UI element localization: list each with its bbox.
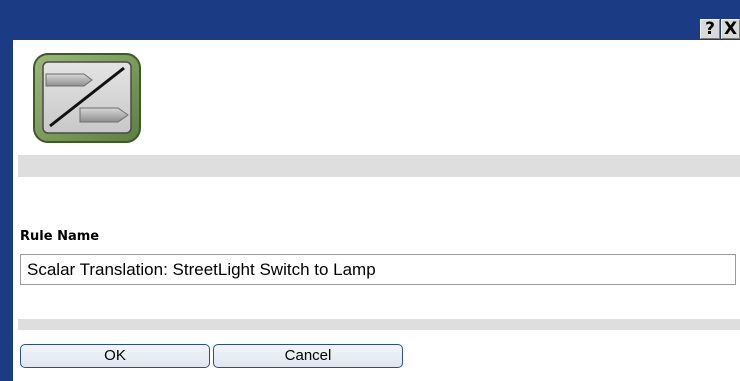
scalar-translation-rule-icon (32, 52, 142, 144)
dialog-body: Rule Name OK Cancel (13, 40, 740, 381)
ok-button[interactable]: OK (20, 344, 210, 368)
rule-name-label: Rule Name (20, 229, 100, 244)
rule-name-input[interactable] (20, 254, 736, 285)
help-button[interactable]: ? (700, 19, 720, 39)
dialog-titlebar: ? X (0, 0, 740, 40)
separator-band-top (18, 155, 740, 177)
window-left-border (0, 40, 13, 381)
cancel-button[interactable]: Cancel (213, 344, 403, 368)
separator-band-bottom (18, 319, 740, 330)
close-button[interactable]: X (721, 19, 740, 39)
